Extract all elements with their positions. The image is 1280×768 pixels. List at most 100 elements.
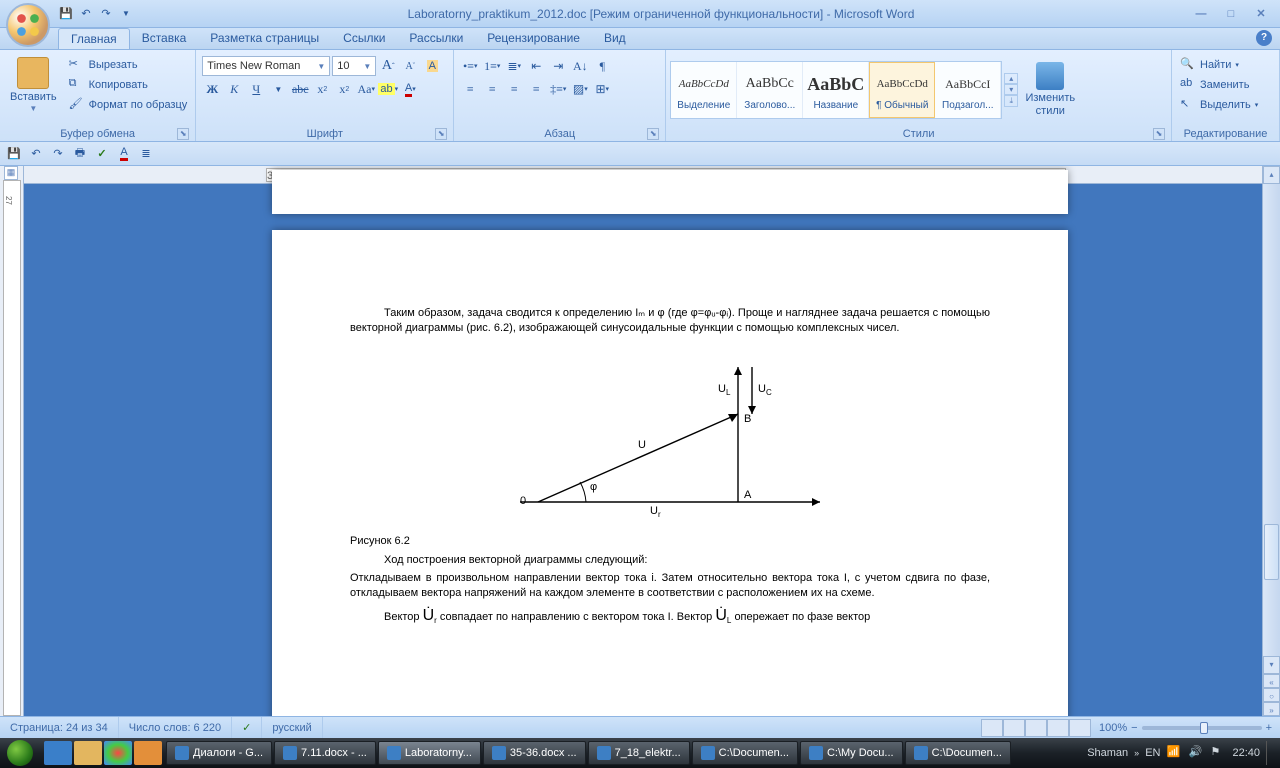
next-page-button[interactable]: » xyxy=(1263,702,1280,716)
qat2-redo-icon[interactable]: ↷ xyxy=(50,146,66,162)
tab-главная[interactable]: Главная xyxy=(58,28,130,49)
bold-button[interactable]: Ж xyxy=(202,79,222,99)
status-words[interactable]: Число слов: 6 220 xyxy=(119,717,232,738)
view-draft-button[interactable] xyxy=(1069,719,1091,737)
taskbar-item[interactable]: C:\My Docu... xyxy=(800,741,903,765)
taskbar-item[interactable]: Laboratorny... xyxy=(378,741,481,765)
qat2-spell-icon[interactable]: ✓ xyxy=(94,146,110,162)
taskbar-item[interactable]: 7_18_elektr... xyxy=(588,741,690,765)
styles-gallery[interactable]: AaBbCcDdВыделениеAaBbCcЗаголово...AaBbCН… xyxy=(670,61,1002,119)
tray-volume-icon[interactable]: 🔊 xyxy=(1188,745,1204,761)
align-right-button[interactable]: ≡ xyxy=(504,79,524,99)
shading-button[interactable]: ▨▾ xyxy=(570,79,590,99)
multilevel-button[interactable]: ≣▾ xyxy=(504,56,524,76)
font-launcher[interactable]: ⬊ xyxy=(435,128,447,140)
cut-button[interactable]: ✂Вырезать xyxy=(65,56,192,74)
paste-button[interactable]: Вставить ▼ xyxy=(4,52,63,118)
tab-ссылки[interactable]: Ссылки xyxy=(331,28,397,49)
strike-button[interactable]: abc xyxy=(290,79,310,99)
shrink-font-button[interactable]: Aˇ xyxy=(400,56,420,76)
close-button[interactable]: ✕ xyxy=(1248,6,1274,22)
view-printlayout-button[interactable] xyxy=(981,719,1003,737)
scroll-up-button[interactable]: ▴ xyxy=(1263,166,1280,184)
page-current[interactable]: Таким образом, задача сводится к определ… xyxy=(272,230,1068,716)
font-name-combo[interactable]: Times New Roman▼ xyxy=(202,56,330,76)
gallery-more-button[interactable]: ⤓ xyxy=(1004,95,1018,107)
subscript-button[interactable]: x2 xyxy=(312,79,332,99)
qat-redo-icon[interactable]: ↷ xyxy=(98,6,114,22)
change-styles-button[interactable]: Изменить стили xyxy=(1020,57,1080,123)
qat2-save-icon[interactable]: 💾 xyxy=(6,146,22,162)
status-proofing-icon[interactable]: ✓ xyxy=(232,717,262,738)
qat-save-icon[interactable]: 💾 xyxy=(58,6,74,22)
italic-button[interactable]: К xyxy=(224,79,244,99)
pinned-wmp-icon[interactable] xyxy=(134,741,162,765)
paragraph-launcher[interactable]: ⬊ xyxy=(647,128,659,140)
font-size-combo[interactable]: 10▼ xyxy=(332,56,376,76)
show-desktop-button[interactable] xyxy=(1266,741,1274,765)
taskbar-item[interactable]: Диалоги - G... xyxy=(166,741,272,765)
vertical-scrollbar[interactable]: ▴ ▾ « ○ » xyxy=(1262,166,1280,716)
sort-button[interactable]: A↓ xyxy=(570,56,590,76)
numbering-button[interactable]: 1≡▾ xyxy=(482,56,502,76)
zoom-thumb[interactable] xyxy=(1200,722,1208,734)
underline-button[interactable]: Ч xyxy=(246,79,266,99)
zoom-value[interactable]: 100% xyxy=(1099,722,1127,734)
tab-рассылки[interactable]: Рассылки xyxy=(397,28,475,49)
tray-lang[interactable]: EN xyxy=(1145,747,1160,759)
tray-chevron-icon[interactable]: » xyxy=(1134,748,1139,758)
tray-clock[interactable]: 22:40 xyxy=(1232,747,1260,759)
grow-font-button[interactable]: Aˆ xyxy=(378,56,398,76)
tray-flag-icon[interactable]: ⚑ xyxy=(1210,745,1226,761)
ruler-corner-button[interactable]: ▦ xyxy=(4,166,18,180)
gallery-down-button[interactable]: ▾ xyxy=(1004,84,1018,95)
style-item[interactable]: AaBbCcDdВыделение xyxy=(671,62,737,118)
align-center-button[interactable]: ≡ xyxy=(482,79,502,99)
style-item[interactable]: AaBbCcЗаголово... xyxy=(737,62,803,118)
tray-network-icon[interactable]: 📶 xyxy=(1166,745,1182,761)
clear-format-button[interactable]: A xyxy=(422,56,442,76)
pinned-ie-icon[interactable] xyxy=(44,741,72,765)
gallery-up-button[interactable]: ▴ xyxy=(1004,73,1018,84)
style-item[interactable]: AaBbCcDd¶ Обычный xyxy=(869,62,935,118)
align-left-button[interactable]: ≡ xyxy=(460,79,480,99)
qat-dropdown-icon[interactable]: ▼ xyxy=(118,6,134,22)
view-outline-button[interactable] xyxy=(1047,719,1069,737)
taskbar-item[interactable]: C:\Documen... xyxy=(905,741,1011,765)
browse-object-button[interactable]: ○ xyxy=(1263,688,1280,702)
status-page[interactable]: Страница: 24 из 34 xyxy=(0,717,119,738)
copy-button[interactable]: ⧉Копировать xyxy=(65,76,192,94)
styles-launcher[interactable]: ⬊ xyxy=(1153,128,1165,140)
font-color-button[interactable]: A▾ xyxy=(400,79,420,99)
qat2-undo-icon[interactable]: ↶ xyxy=(28,146,44,162)
qat-undo-icon[interactable]: ↶ xyxy=(78,6,94,22)
style-item[interactable]: AaBbCНазвание xyxy=(803,62,869,118)
increase-indent-button[interactable]: ⇥ xyxy=(548,56,568,76)
taskbar-item[interactable]: C:\Documen... xyxy=(692,741,798,765)
scroll-down-button[interactable]: ▾ xyxy=(1263,656,1280,674)
zoom-out-button[interactable]: − xyxy=(1131,722,1137,734)
underline-dropdown[interactable]: ▼ xyxy=(268,79,288,99)
pinned-chrome-icon[interactable] xyxy=(104,741,132,765)
zoom-in-button[interactable]: + xyxy=(1266,722,1272,734)
find-button[interactable]: 🔍Найти ▾ xyxy=(1176,56,1262,74)
format-painter-button[interactable]: 🖌Формат по образцу xyxy=(65,96,192,114)
superscript-button[interactable]: x2 xyxy=(334,79,354,99)
qat2-color-icon[interactable]: A xyxy=(116,146,132,162)
select-button[interactable]: ↖Выделить ▾ xyxy=(1176,96,1262,114)
view-web-button[interactable] xyxy=(1025,719,1047,737)
prev-page-button[interactable]: « xyxy=(1263,674,1280,688)
change-case-button[interactable]: Aa▾ xyxy=(356,79,376,99)
start-button[interactable] xyxy=(0,738,40,768)
borders-button[interactable]: ⊞▾ xyxy=(592,79,612,99)
style-item[interactable]: AaBbCcIПодзагол... xyxy=(935,62,1001,118)
scroll-thumb[interactable] xyxy=(1264,524,1279,580)
show-marks-button[interactable]: ¶ xyxy=(592,56,612,76)
decrease-indent-button[interactable]: ⇤ xyxy=(526,56,546,76)
tab-вставка[interactable]: Вставка xyxy=(130,28,199,49)
clipboard-launcher[interactable]: ⬊ xyxy=(177,128,189,140)
office-button[interactable] xyxy=(6,3,50,47)
tab-рецензирование[interactable]: Рецензирование xyxy=(475,28,592,49)
pinned-explorer-icon[interactable] xyxy=(74,741,102,765)
justify-button[interactable]: ≡ xyxy=(526,79,546,99)
